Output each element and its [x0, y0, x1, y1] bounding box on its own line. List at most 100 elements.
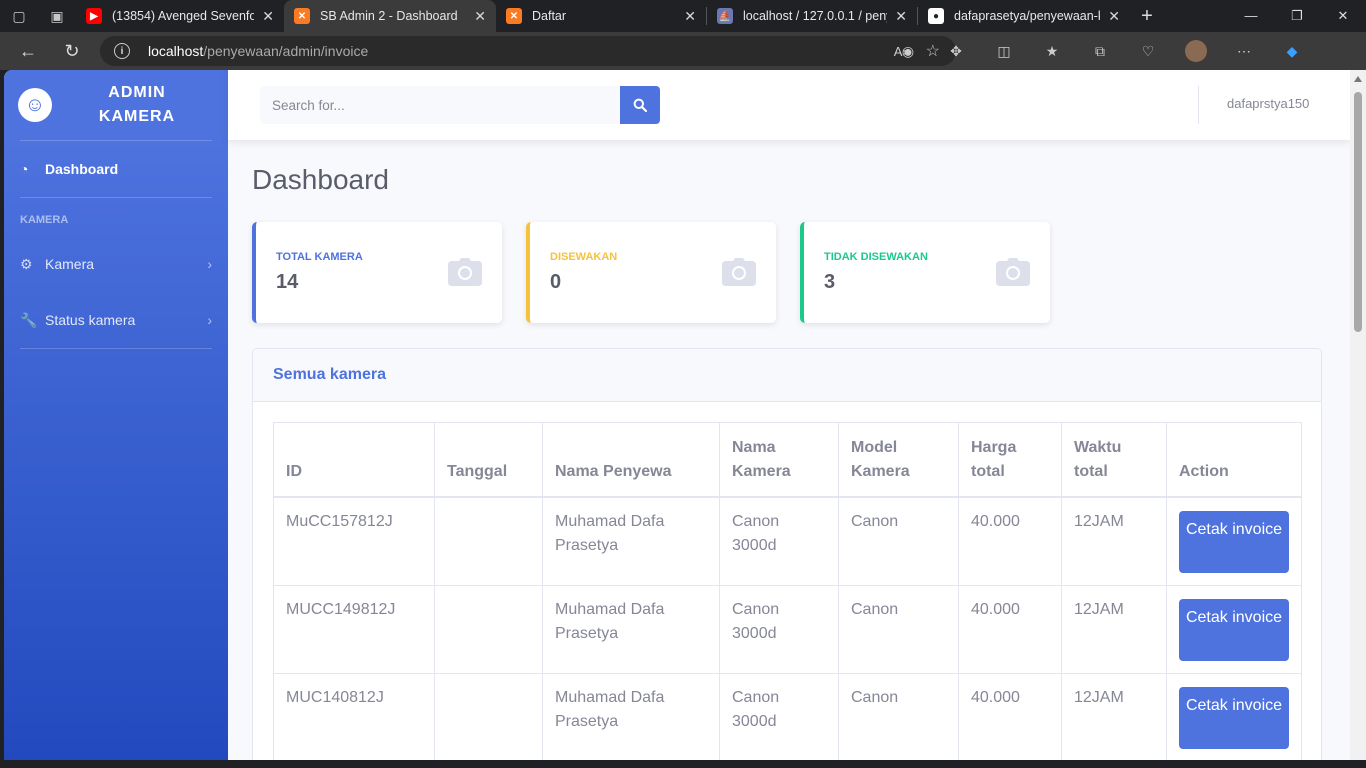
sidebar-item-status-kamera[interactable]: 🔧 Status kamera ›: [4, 292, 228, 348]
cell-nama-penyewa: Muhamad Dafa Prasetya: [542, 672, 720, 760]
restore-icon[interactable]: ❐: [1274, 8, 1320, 24]
cell-nama-kamera: Canon 3000d: [719, 496, 839, 586]
sidebar-brand[interactable]: ☺ ADMIN KAMERA: [4, 70, 228, 140]
xampp-icon: ✕: [294, 8, 310, 24]
site-info-icon[interactable]: i: [114, 43, 130, 59]
cell-model-kamera: Canon: [838, 672, 959, 760]
cell-harga-total: 40.000: [958, 584, 1062, 674]
cell-tanggal: [434, 672, 543, 760]
stat-value: 0: [550, 271, 562, 293]
column-header-tanggal[interactable]: Tanggal: [434, 422, 543, 498]
chevron-right-icon: ›: [207, 312, 212, 328]
browser-toolbar: ◉ ✥ ◫ ★ ⧉ ♡ ⋯ ◆: [884, 32, 1316, 70]
page-scrollbar[interactable]: [1350, 70, 1366, 760]
column-header-id[interactable]: ID: [273, 422, 435, 498]
laugh-wink-icon: ☺: [18, 88, 52, 122]
chevron-right-icon: ›: [207, 256, 212, 272]
more-options-icon[interactable]: ⋯: [1220, 43, 1268, 60]
column-header-action[interactable]: Action: [1166, 422, 1302, 498]
search-placeholder: Search for...: [272, 97, 345, 113]
tachometer-icon: ◔: [20, 161, 29, 177]
table-card: Semua kamera ID Tanggal Nama Penyewa Nam…: [252, 348, 1322, 760]
cell-action: Cetak invoice: [1166, 496, 1302, 586]
back-icon[interactable]: ←: [6, 41, 50, 62]
cetak-invoice-button[interactable]: Cetak invoice: [1179, 598, 1289, 661]
user-dropdown[interactable]: dafaprstya150: [1227, 96, 1309, 111]
minimize-icon[interactable]: —: [1228, 8, 1274, 24]
column-header-nama-kamera[interactable]: Nama Kamera: [719, 422, 839, 498]
workspaces-icon[interactable]: ▢: [0, 0, 38, 32]
stat-card-total-kamera: TOTAL KAMERA 14: [252, 222, 502, 323]
sidebar-item-kamera[interactable]: ⚙ Kamera ›: [4, 236, 228, 292]
profile-extension-icon[interactable]: ◉: [884, 43, 932, 60]
youtube-icon: ▶: [86, 8, 102, 24]
cell-nama-penyewa: Muhamad Dafa Prasetya: [542, 584, 720, 674]
table-card-title: Semua kamera: [253, 349, 1321, 402]
browser-tab-github[interactable]: ● dafaprasetya/penyewaan-ka ✕: [918, 0, 1130, 32]
close-tab-icon[interactable]: ✕: [1108, 8, 1120, 25]
split-screen-icon[interactable]: ◫: [980, 43, 1028, 60]
column-header-nama-penyewa[interactable]: Nama Penyewa: [542, 422, 720, 498]
cetak-invoice-button[interactable]: Cetak invoice: [1179, 686, 1289, 749]
copilot-icon[interactable]: ◆: [1268, 43, 1316, 60]
camera-icon: [996, 258, 1030, 286]
column-header-model-kamera[interactable]: Model Kamera: [838, 422, 959, 498]
cell-action: Cetak invoice: [1166, 672, 1302, 760]
close-tab-icon[interactable]: ✕: [474, 8, 486, 25]
window-bottom-edge: [0, 760, 1366, 768]
close-tab-icon[interactable]: ✕: [684, 8, 696, 25]
cell-id: MuCC157812J: [273, 496, 435, 586]
tab-actions-icon[interactable]: ▣: [38, 0, 76, 32]
invoice-table: ID Tanggal Nama Penyewa Nama Kamera Mode…: [273, 422, 1302, 760]
wrench-icon: 🔧: [20, 311, 38, 328]
cell-nama-kamera: Canon 3000d: [719, 584, 839, 674]
reload-icon[interactable]: ↻: [50, 41, 94, 62]
cell-tanggal: [434, 584, 543, 674]
browser-tab-dashboard[interactable]: ✕ SB Admin 2 - Dashboard ✕: [284, 0, 496, 32]
browser-address-bar: ← ↻ i localhost/penyewaan/admin/invoice …: [0, 32, 1366, 70]
browser-tab-daftar[interactable]: ✕ Daftar ✕: [496, 0, 706, 32]
avatar[interactable]: [1172, 40, 1220, 62]
cell-nama-kamera: Canon 3000d: [719, 672, 839, 760]
browser-tab-phpmyadmin[interactable]: ⛵ localhost / 127.0.0.1 / penye ✕: [707, 0, 917, 32]
brand-line-1: ADMIN: [108, 84, 166, 101]
new-tab-icon[interactable]: +: [1130, 5, 1164, 28]
cell-waktu-total: 12JAM: [1061, 496, 1167, 586]
search-input[interactable]: Search for...: [260, 86, 620, 124]
stat-label: DISEWAKAN: [550, 251, 618, 263]
close-tab-icon[interactable]: ✕: [895, 8, 907, 25]
column-header-waktu-total[interactable]: Waktu total: [1061, 422, 1167, 498]
close-tab-icon[interactable]: ✕: [262, 8, 274, 25]
brand-name: ADMIN KAMERA: [82, 81, 192, 129]
url-host: localhost: [148, 43, 204, 59]
scroll-up-icon[interactable]: [1354, 76, 1362, 82]
search-button[interactable]: [620, 86, 660, 124]
cell-action: Cetak invoice: [1166, 584, 1302, 674]
github-icon: ●: [928, 8, 944, 24]
browser-tab-bar: ▢ ▣ ▶ (13854) Avenged Sevenfold ✕ ✕ SB A…: [0, 0, 1366, 32]
camera-icon: [722, 258, 756, 286]
browser-essentials-icon[interactable]: ♡: [1124, 43, 1172, 60]
sidebar-item-label: Kamera: [45, 256, 95, 272]
sidebar-item-dashboard[interactable]: ◔ Dashboard: [4, 141, 228, 197]
cetak-invoice-button[interactable]: Cetak invoice: [1179, 510, 1289, 573]
favorites-icon[interactable]: ★: [1028, 43, 1076, 60]
cell-id: MUC140812J: [273, 672, 435, 760]
url-field[interactable]: i localhost/penyewaan/admin/invoice A» ☆: [100, 36, 956, 66]
page-title: Dashboard: [252, 164, 389, 195]
browser-tab-youtube[interactable]: ▶ (13854) Avenged Sevenfold ✕: [76, 0, 284, 32]
topbar: Search for... dafaprstya150: [228, 70, 1350, 140]
column-header-harga-total[interactable]: Harga total: [958, 422, 1062, 498]
cell-waktu-total: 12JAM: [1061, 584, 1167, 674]
stat-label: TOTAL KAMERA: [276, 251, 363, 263]
extensions-icon[interactable]: ✥: [932, 43, 980, 60]
url-path: /penyewaan/admin/invoice: [203, 43, 369, 59]
gear-icon: ⚙: [20, 255, 33, 272]
stat-value: 14: [276, 271, 299, 293]
collections-icon[interactable]: ⧉: [1076, 43, 1124, 60]
cell-model-kamera: Canon: [838, 584, 959, 674]
scrollbar-thumb[interactable]: [1354, 92, 1362, 332]
close-window-icon[interactable]: ✕: [1320, 8, 1366, 24]
stat-value: 3: [824, 271, 836, 293]
window-controls: — ❐ ✕: [1228, 8, 1366, 24]
